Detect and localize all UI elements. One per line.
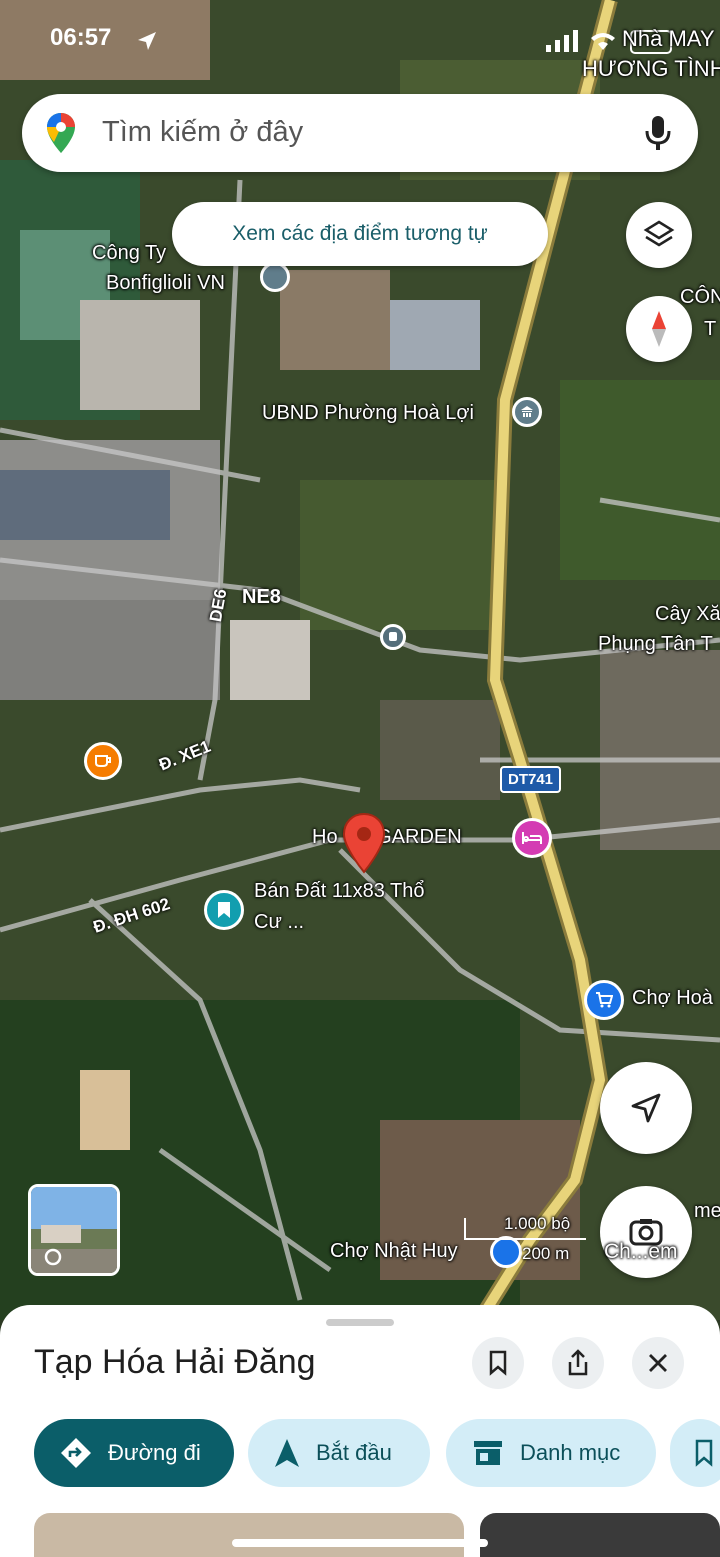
start-button[interactable]: Bắt đầu <box>248 1419 430 1487</box>
layers-button[interactable] <box>626 202 692 268</box>
home-indicator <box>232 1539 488 1547</box>
search-input[interactable]: Tìm kiếm ở đây <box>102 116 303 149</box>
map-label-ban-dat-1[interactable]: Bán Đất 11x83 Thổ <box>254 880 425 903</box>
lens-button[interactable] <box>600 1186 692 1278</box>
map-label-ne8: NE8 <box>242 586 281 608</box>
status-time: 06:57 <box>50 24 112 51</box>
map-label-cong-right-2[interactable]: T <box>704 318 716 341</box>
map-label-cay-xang-1[interactable]: Cây Xă <box>655 603 720 626</box>
hotel-icon[interactable] <box>512 818 552 858</box>
business-pin-icon[interactable] <box>260 262 290 292</box>
close-icon <box>649 1354 667 1372</box>
sheet-drag-handle[interactable] <box>326 1319 394 1326</box>
scale-label-m: 200 m <box>522 1244 570 1263</box>
bookmark-chip-icon <box>694 1439 714 1467</box>
status-overlay-label: Nhà MAY <box>622 26 715 51</box>
bookmark-icon <box>489 1350 507 1376</box>
directions-button[interactable]: Đường đi <box>34 1419 234 1487</box>
storefront-icon <box>472 1439 504 1467</box>
save-chip-button[interactable] <box>670 1419 720 1487</box>
scale-label-ft: 1.000 bộ <box>504 1214 571 1233</box>
maps-pin-icon <box>46 112 76 159</box>
map-label-cong-right[interactable]: CÔNG <box>680 286 720 309</box>
place-sheet[interactable]: Tạp Hóa Hải Đăng Đường đi Bắt đầu Danh m… <box>0 1305 720 1557</box>
start-label: Bắt đầu <box>316 1440 392 1465</box>
category-button[interactable]: Danh mục <box>446 1419 656 1487</box>
compass-button[interactable] <box>626 296 692 362</box>
my-location-button[interactable] <box>600 1062 692 1154</box>
navigation-icon <box>274 1438 300 1468</box>
shopping-cart-icon[interactable] <box>584 980 624 1020</box>
share-button[interactable] <box>552 1337 604 1389</box>
place-photo-1[interactable] <box>34 1513 464 1557</box>
directions-label: Đường đi <box>108 1440 201 1465</box>
map-label-ubnd[interactable]: UBND Phường Hoà Lợi <box>262 402 474 425</box>
map-label-bonfiglioli[interactable]: Bonfiglioli VN <box>106 272 225 295</box>
place-photo-2[interactable] <box>480 1513 720 1557</box>
compass-icon <box>652 311 666 347</box>
signal-icon <box>546 30 580 57</box>
my-location-icon <box>631 1093 661 1123</box>
similar-places-button[interactable]: Xem các địa điểm tương tự <box>172 202 548 266</box>
layers-icon <box>643 220 675 247</box>
close-button[interactable] <box>632 1337 684 1389</box>
street-view-thumbnail[interactable] <box>28 1184 120 1276</box>
route-shield-dt741: DT741 <box>500 766 562 793</box>
map-label-cay-xang-2[interactable]: Phụng Tân T <box>598 633 713 656</box>
map-label-garden[interactable]: Ho UP GARDEN <box>312 826 462 849</box>
cafe-icon[interactable] <box>84 742 122 780</box>
mic-icon[interactable] <box>644 114 672 157</box>
map-label-me[interactable]: me <box>694 1200 720 1223</box>
map-label-ban-dat-2[interactable]: Cư ... <box>254 911 304 934</box>
status-overlay-label-2: HƯƠNG TÌNH <box>582 56 720 81</box>
category-label: Danh mục <box>520 1440 621 1465</box>
map-label-cong-ty[interactable]: Công Ty <box>92 242 166 265</box>
bus-stop-icon[interactable] <box>380 624 406 650</box>
share-icon <box>568 1349 588 1376</box>
place-title: Tạp Hóa Hải Đăng <box>34 1343 316 1381</box>
lens-label: Ch...em <box>604 1240 678 1263</box>
directions-icon <box>60 1437 92 1469</box>
save-button[interactable] <box>472 1337 524 1389</box>
saved-place-icon[interactable] <box>204 890 244 930</box>
map-label-cho-nhat-huy[interactable]: Chợ Nhật Huy <box>330 1240 458 1263</box>
government-icon[interactable] <box>512 397 542 427</box>
map-label-cho-hoa[interactable]: Chợ Hoà <box>632 987 713 1010</box>
selected-place-pin-icon[interactable] <box>342 812 386 874</box>
wifi-icon <box>588 30 618 57</box>
market-pin-icon[interactable] <box>490 1236 522 1268</box>
search-bar[interactable]: Tìm kiếm ở đây <box>22 94 698 172</box>
location-arrow-icon <box>136 30 158 57</box>
